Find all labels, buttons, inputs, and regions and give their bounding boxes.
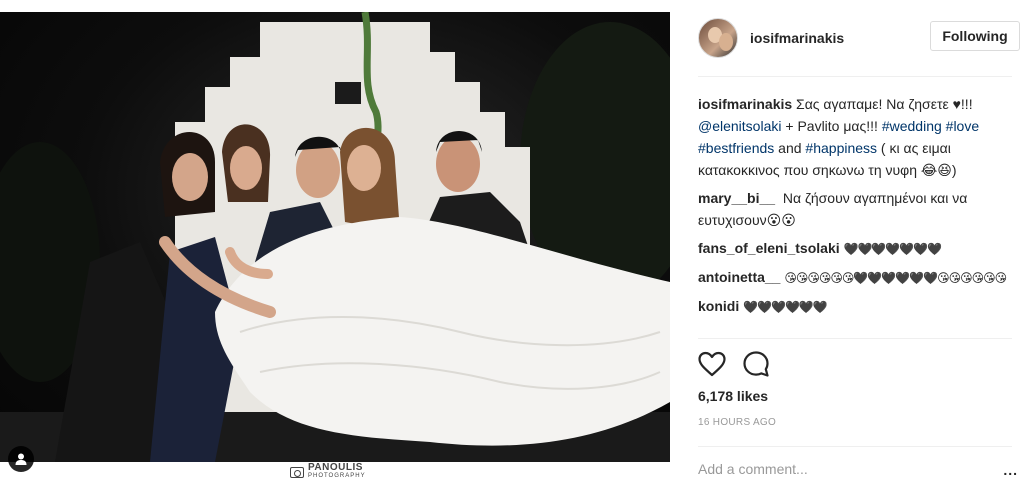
comments-list[interactable]: iosifmarinakis Σας αγαπαμε! Να ζησετε ♥!…	[698, 93, 1016, 337]
post-side-panel: iosifmarinakis Following iosifmarinakis …	[686, 0, 1024, 480]
comment-username[interactable]: mary__bi__	[698, 190, 775, 206]
list-item: konidi 🖤🖤🖤🖤🖤🖤	[698, 295, 1016, 318]
comment-username[interactable]: konidi	[698, 298, 739, 314]
following-button[interactable]: Following	[930, 21, 1020, 51]
like-button[interactable]	[696, 348, 728, 380]
photo-illustration	[0, 12, 670, 462]
hashtag-link[interactable]: #wedding	[882, 118, 942, 134]
comment-username[interactable]: antoinetta__	[698, 269, 780, 285]
photo-column: PANOULIS PHOTOGRAPHY	[0, 0, 686, 480]
avatar[interactable]	[698, 18, 738, 58]
hashtag-link[interactable]: #bestfriends	[698, 140, 774, 156]
caption: iosifmarinakis Σας αγαπαμε! Να ζησετε ♥!…	[698, 93, 1016, 181]
comment-icon	[743, 351, 769, 377]
caption-text: + Pavlito μας!!!	[781, 118, 882, 134]
comment-divider	[698, 446, 1012, 447]
post-photo[interactable]	[0, 12, 670, 462]
more-options-icon[interactable]: ...	[1003, 462, 1018, 478]
likes-count[interactable]: 6,178 likes	[698, 388, 768, 404]
header-username[interactable]: iosifmarinakis	[750, 30, 844, 46]
comment-text: 😘😘😘😘😘😘🖤🖤🖤🖤🖤🖤😘😘😘😘😘😘	[784, 271, 1007, 285]
comment-text: 🖤🖤🖤🖤🖤🖤	[743, 300, 828, 314]
hashtag-link[interactable]: #happiness	[805, 140, 877, 156]
user-tag-icon[interactable]	[8, 446, 34, 472]
mention-link[interactable]: @elenitsolaki	[698, 118, 781, 134]
comment-text: 🖤🖤🖤🖤🖤🖤🖤	[843, 242, 943, 256]
post-timestamp[interactable]: 16 HOURS AGO	[698, 417, 776, 428]
caption-text: Σας αγαπαμε! Να ζησετε ♥!!!	[792, 96, 973, 112]
hashtag-link[interactable]: #love	[946, 118, 979, 134]
heart-icon	[698, 351, 726, 377]
comment-button[interactable]	[740, 348, 772, 380]
watermark-name: PANOULIS	[308, 462, 363, 473]
actions-divider	[698, 338, 1012, 339]
list-item: fans_of_eleni_tsolaki 🖤🖤🖤🖤🖤🖤🖤	[698, 237, 1016, 260]
photographer-watermark: PANOULIS PHOTOGRAPHY	[290, 462, 366, 480]
post-header: iosifmarinakis Following	[686, 0, 1024, 76]
caption-username[interactable]: iosifmarinakis	[698, 96, 792, 112]
caption-text: and	[774, 140, 806, 156]
add-comment-input[interactable]	[698, 458, 978, 480]
camera-icon	[290, 466, 304, 478]
list-item: antoinetta__ 😘😘😘😘😘😘🖤🖤🖤🖤🖤🖤😘😘😘😘😘😘	[698, 266, 1016, 289]
header-divider	[698, 76, 1012, 77]
comment-username[interactable]: fans_of_eleni_tsolaki	[698, 240, 840, 256]
person-icon	[15, 453, 27, 465]
list-item: mary__bi__ Να ζήσουν αγαπημένοι και να ε…	[698, 187, 1016, 231]
action-bar	[696, 348, 772, 380]
watermark-subtitle: PHOTOGRAPHY	[308, 473, 366, 479]
